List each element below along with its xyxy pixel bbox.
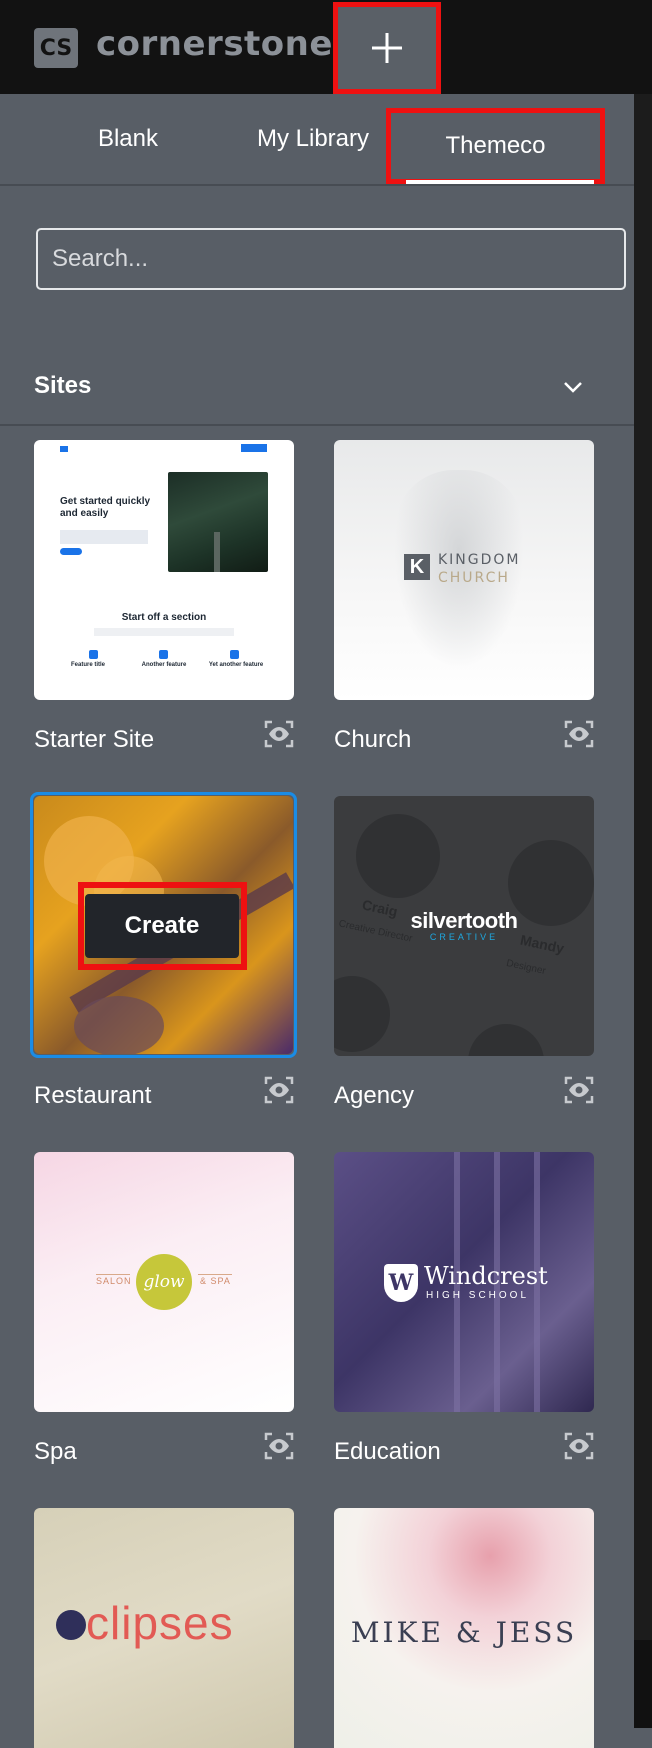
- church-k-mark: K: [404, 554, 430, 580]
- site-label-church: Church: [334, 726, 412, 753]
- site-card-mike-jess[interactable]: MIKE & JESS: [334, 1508, 594, 1748]
- section-title-sites[interactable]: Sites: [34, 372, 91, 400]
- preview-eye-icon[interactable]: [564, 1076, 594, 1104]
- spa-rule: [96, 1274, 130, 1275]
- starter-cta: [60, 548, 82, 555]
- site-card-spa[interactable]: SALON glow & SPA: [34, 1152, 294, 1412]
- cornerstone-logo-text: cornerstone: [96, 24, 333, 64]
- starter-feature-1: Feature title: [70, 662, 105, 668]
- starter-logo: [60, 446, 68, 452]
- canvas-edge: [634, 94, 652, 1728]
- starter-headline: Get started quickly and easily: [60, 496, 151, 519]
- site-card-eclipses[interactable]: clipses: [34, 1508, 294, 1748]
- restaurant-spoon-bowl: [74, 996, 164, 1054]
- starter-feature-3: Yet another feature: [208, 662, 264, 668]
- feature-check-icon: [230, 650, 239, 659]
- plus-icon: [372, 33, 402, 63]
- agency-logo: silvertooth: [410, 908, 518, 933]
- preview-eye-icon[interactable]: [264, 1432, 294, 1460]
- starter-forest-image: [168, 472, 268, 572]
- site-card-agency[interactable]: Craig Creative Director Mandy Designer s…: [334, 796, 594, 1056]
- preview-eye-icon[interactable]: [564, 720, 594, 748]
- tab-bar: Blank My Library Themeco: [0, 94, 634, 186]
- spa-right-word: & SPA: [200, 1276, 231, 1286]
- site-card-church[interactable]: K KINGDOM CHURCH: [334, 440, 594, 700]
- spa-left-word: SALON: [96, 1276, 132, 1286]
- tab-themeco[interactable]: Themeco: [386, 108, 605, 184]
- canvas-edge-bottom: [634, 1640, 652, 1728]
- top-bar: CS cornerstone: [0, 0, 652, 94]
- agency-bg-circle: [334, 976, 390, 1052]
- site-card-education[interactable]: W Windcrest HIGH SCHOOL: [334, 1152, 594, 1412]
- spa-glow-logo: glow: [136, 1254, 192, 1310]
- chevron-down-icon[interactable]: [560, 374, 586, 400]
- feature-check-icon: [159, 650, 168, 659]
- site-label-spa: Spa: [34, 1438, 77, 1465]
- search-area: [0, 186, 634, 426]
- starter-nav-button: [241, 444, 267, 452]
- tab-blank[interactable]: Blank: [40, 94, 216, 184]
- site-card-starter[interactable]: Get started quickly and easily Start off…: [34, 440, 294, 700]
- spa-rule: [198, 1274, 232, 1275]
- cornerstone-logo-mark: CS: [34, 28, 78, 68]
- agency-bg-circle: [356, 814, 440, 898]
- eclipses-dot-icon: [56, 1610, 86, 1640]
- site-label-agency: Agency: [334, 1082, 415, 1109]
- site-label-restaurant: Restaurant: [34, 1082, 152, 1109]
- active-tab-indicator: [406, 180, 594, 184]
- preview-eye-icon[interactable]: [564, 1432, 594, 1460]
- tab-my-library[interactable]: My Library: [230, 94, 396, 184]
- add-new-button[interactable]: [333, 2, 441, 94]
- agency-logo-sub: CREATIVE: [429, 932, 499, 942]
- feature-check-icon: [89, 650, 98, 659]
- church-logo-line2: CHURCH: [438, 570, 510, 586]
- templates-panel: Blank My Library Themeco Sites Get start…: [0, 94, 634, 1748]
- starter-section-title: Start off a section: [121, 612, 207, 623]
- education-logo-line1: Windcrest: [424, 1262, 548, 1290]
- preview-eye-icon[interactable]: [264, 1076, 294, 1104]
- create-button-highlight: [78, 882, 247, 970]
- education-shield-icon: W: [384, 1264, 418, 1302]
- starter-forest-road: [214, 532, 220, 572]
- starter-body-lines: [60, 530, 148, 544]
- search-input[interactable]: [36, 228, 626, 290]
- site-label-starter: Starter Site: [34, 726, 155, 753]
- preview-eye-icon[interactable]: [264, 720, 294, 748]
- starter-feature-2: Another feature: [141, 662, 187, 668]
- agency-bg-circle: [468, 1024, 544, 1056]
- agency-bg-word: Designer: [505, 957, 547, 978]
- mike-jess-logo: MIKE & JESS: [350, 1616, 578, 1649]
- education-logo-line2: HIGH SCHOOL: [426, 1290, 530, 1301]
- eclipses-logo: clipses: [86, 1597, 234, 1649]
- site-label-education: Education: [334, 1438, 441, 1465]
- starter-section-text: [94, 628, 234, 636]
- church-logo-line1: KINGDOM: [438, 552, 521, 568]
